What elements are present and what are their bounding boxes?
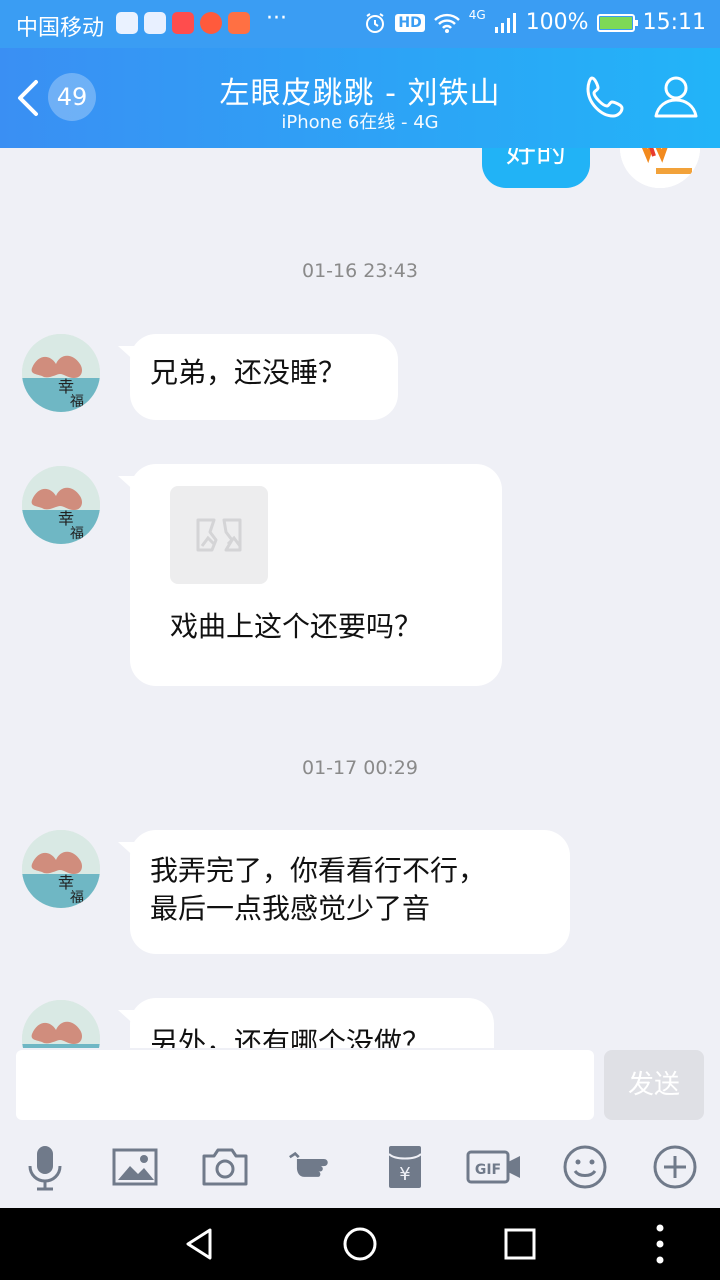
contact-avatar[interactable]: 幸 福	[22, 466, 100, 544]
nav-back-icon[interactable]	[178, 1222, 222, 1266]
svg-text:福: 福	[70, 526, 84, 542]
gif-icon[interactable]: GIF	[466, 1142, 524, 1192]
plus-icon[interactable]	[650, 1142, 700, 1192]
message-text: 戏曲上这个还要吗？	[170, 610, 423, 643]
nav-menu-icon[interactable]	[638, 1222, 682, 1266]
battery-icon	[596, 13, 638, 32]
incoming-message-bubble[interactable]: 戏曲上这个还要吗？	[130, 464, 502, 686]
incoming-message-bubble[interactable]: 兄弟，还没睡？	[130, 334, 398, 420]
broken-image-icon	[196, 518, 242, 552]
message-text-line: 最后一点我感觉少了音	[150, 892, 431, 925]
input-bar: 发送 ¥ GIF	[0, 1048, 720, 1208]
message-list[interactable]: 好的 01-16 23:43 幸 福 兄弟，还没睡？ 幸 福 戏曲上这个还要吗？…	[0, 148, 720, 1048]
timestamp: 01-16 23:43	[301, 260, 418, 282]
my-avatar[interactable]	[620, 148, 700, 188]
svg-text:福: 福	[70, 890, 84, 906]
svg-text:¥: ¥	[399, 1164, 410, 1185]
my-message-bubble[interactable]: 好的	[482, 148, 590, 188]
notification-icons	[116, 12, 250, 34]
carrier-label: 中国移动	[16, 16, 105, 41]
app-notification-icon	[172, 12, 194, 34]
avatar-image: 幸 福	[22, 466, 100, 544]
image-icon[interactable]	[110, 1142, 160, 1192]
send-button[interactable]: 发送	[604, 1050, 704, 1120]
phone-icon[interactable]	[580, 72, 632, 124]
message-text: 好的	[506, 148, 566, 170]
hd-badge: HD	[395, 13, 425, 32]
wifi-icon	[433, 13, 460, 33]
contact-avatar[interactable]: 幸 福	[22, 830, 100, 908]
poke-hand-icon[interactable]	[288, 1142, 338, 1192]
incoming-message-bubble[interactable]: 另外，还有哪个没做？	[130, 998, 494, 1048]
message-text: 另外，还有哪个没做？	[150, 1026, 431, 1048]
status-bar: 中国移动 ··· HD 4G 100% 15:11	[0, 0, 720, 48]
message-text-line: 我弄完了，你看看行不行，	[150, 854, 487, 887]
battery-percent: 100%	[525, 10, 589, 35]
emoji-icon[interactable]	[560, 1142, 610, 1192]
clock: 15:11	[642, 10, 706, 35]
app-notification-icon	[116, 12, 138, 34]
message-text: 兄弟，还没睡？	[150, 356, 347, 389]
avatar-image: 幸 福	[22, 830, 100, 908]
image-placeholder[interactable]	[170, 486, 268, 584]
nav-home-icon[interactable]	[338, 1222, 382, 1266]
microphone-icon[interactable]	[20, 1142, 70, 1192]
timestamp: 01-17 00:29	[301, 757, 418, 779]
app-notification-icon	[200, 12, 222, 34]
app-notification-icon	[228, 12, 250, 34]
nav-recents-icon[interactable]	[498, 1222, 542, 1266]
more-notifications: ···	[266, 6, 287, 31]
svg-text:福: 福	[70, 394, 84, 410]
avatar-image	[22, 1000, 100, 1048]
network-type: 4G	[468, 7, 486, 22]
camera-icon[interactable]	[200, 1142, 250, 1192]
app-notification-icon	[144, 12, 166, 34]
alarm-icon	[366, 12, 385, 33]
system-navigation-bar	[0, 1208, 720, 1280]
svg-text:GIF: GIF	[475, 1162, 501, 1178]
contact-avatar[interactable]: 幸 福	[22, 334, 100, 412]
avatar-image: 幸 福	[22, 334, 100, 412]
red-packet-icon[interactable]: ¥	[380, 1142, 430, 1192]
message-input[interactable]	[16, 1050, 594, 1120]
incoming-message-bubble[interactable]: 我弄完了，你看看行不行， 最后一点我感觉少了音	[130, 830, 570, 954]
chat-header: 49 左眼皮跳跳 - 刘铁山 iPhone 6在线 - 4G	[0, 48, 720, 148]
logo-avatar-image	[620, 148, 700, 188]
profile-icon[interactable]	[650, 70, 702, 122]
signal-icon	[494, 12, 516, 33]
contact-avatar[interactable]	[22, 1000, 100, 1048]
